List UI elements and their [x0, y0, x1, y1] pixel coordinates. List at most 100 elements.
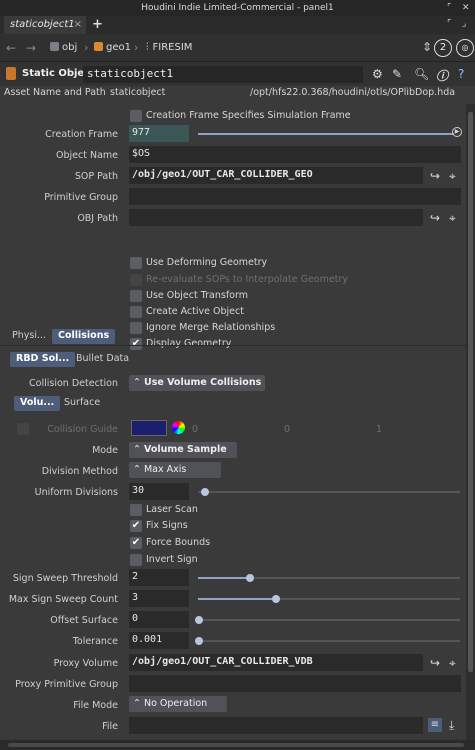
jump-arrow-icon[interactable]: ↪ [430, 211, 440, 225]
collision-detection-menu[interactable]: ⌃ Use Volume Collisions [129, 375, 265, 391]
node-chooser-icon[interactable]: ⌖ [449, 211, 456, 226]
creation-frame-checkbox[interactable] [130, 110, 142, 122]
close-window-icon[interactable]: ✕ [462, 0, 470, 16]
sweep-count-fill [198, 598, 276, 600]
path-bar: ← → obj › geo1 › ⫶ FIRESIM ⇕ 2 ◎ [0, 34, 475, 62]
obj-path-field[interactable] [129, 209, 423, 226]
collision-detection-label: Collision Detection [29, 378, 118, 389]
tab-surface[interactable]: Surface [58, 396, 106, 411]
primitive-group-field[interactable] [129, 188, 461, 205]
search-icon[interactable]: 🔍︎ [414, 67, 429, 81]
fix-signs-checkbox[interactable]: ✔ [130, 520, 142, 532]
pane-menu-icon[interactable]: ⌟ [462, 19, 466, 29]
tab-physical[interactable]: Physi... [6, 329, 52, 344]
play-icon[interactable]: ▶ [452, 127, 462, 137]
pin-icon[interactable]: ◎ [456, 39, 474, 57]
proxy-group-label: Proxy Primitive Group [15, 679, 118, 690]
forward-arrow-icon[interactable]: → [26, 41, 36, 55]
display-geometry-checkbox[interactable]: ✔ [130, 338, 142, 350]
offset-surface-knob[interactable] [195, 616, 203, 624]
info-icon[interactable]: ⓘ [436, 67, 448, 84]
breadcrumb-geo1[interactable]: geo1 [94, 42, 131, 53]
sop-path-field[interactable]: /obj/geo1/OUT_CAR_COLLIDER_GEO [129, 167, 423, 184]
tab-volume[interactable]: Volu... [14, 396, 61, 411]
reevaluate-checkbox[interactable] [130, 274, 142, 286]
ignore-merge-checkbox[interactable] [130, 322, 142, 334]
creation-frame-slider[interactable] [198, 133, 454, 135]
offset-surface-slider[interactable] [198, 619, 460, 621]
use-deforming-checkbox[interactable] [130, 257, 142, 269]
create-active-checkbox[interactable] [130, 306, 142, 318]
parameter-panel: Creation Frame Specifies Simulation Fram… [0, 104, 466, 740]
jump-arrow-icon[interactable]: ↪ [430, 169, 440, 183]
close-tab-icon[interactable]: × [74, 16, 82, 34]
collision-guide-color-swatch[interactable] [131, 420, 167, 436]
asset-label: Asset Name and Path [4, 87, 106, 98]
geo-node-icon [94, 42, 103, 51]
help-icon[interactable]: ? [458, 67, 464, 81]
node-header: Static Object staticobject1 ⚙ ✎ 🔍︎ ⓘ ? [0, 62, 475, 86]
object-name-field[interactable]: $OS [129, 146, 461, 163]
sweep-threshold-fill [198, 577, 250, 579]
tolerance-field[interactable]: 0.001 [129, 632, 189, 649]
invert-sign-checkbox[interactable] [130, 554, 142, 566]
tab-rbd-solver[interactable]: RBD Sol... [10, 352, 76, 367]
gear-icon[interactable]: ⚙ [372, 67, 383, 81]
file-field[interactable] [129, 717, 423, 734]
uniform-divisions-slider[interactable] [198, 491, 460, 493]
collision-guide-label: Collision Guide [47, 424, 118, 435]
sweep-threshold-field[interactable]: 2 [129, 569, 189, 586]
color-wheel-icon[interactable] [172, 421, 185, 434]
horizontal-scrollbar[interactable] [0, 740, 475, 750]
display-geometry-label: Display Geometry [146, 338, 232, 349]
uniform-divisions-field[interactable]: 30 [129, 483, 189, 500]
tab-bullet-data[interactable]: Bullet Data [70, 352, 135, 367]
pane-link-button[interactable]: 2 [434, 39, 452, 57]
file-browse-icon[interactable]: ≡ [428, 718, 442, 732]
breadcrumb-obj[interactable]: obj [50, 42, 77, 53]
vertical-scrollbar[interactable] [466, 104, 475, 740]
sweep-count-field[interactable]: 3 [129, 590, 189, 607]
tolerance-knob[interactable] [195, 637, 203, 645]
sweep-count-knob[interactable] [272, 595, 280, 603]
force-bounds-checkbox[interactable]: ✔ [130, 537, 142, 549]
collision-detection-value: Use Volume Collisions [143, 377, 262, 388]
laser-scan-checkbox[interactable] [130, 504, 142, 516]
laser-scan-label: Laser Scan [146, 504, 198, 515]
pane-maximize-icon[interactable]: ⌜ [447, 19, 451, 29]
breadcrumb-firesim[interactable]: ⫶ FIRESIM [146, 42, 192, 53]
breadcrumb-label: FIRESIM [152, 42, 193, 53]
window-title: Houdini Indie Limited-Commercial - panel… [141, 3, 334, 13]
offset-surface-label: Offset Surface [50, 615, 118, 626]
jump-arrow-icon[interactable]: ↪ [430, 656, 440, 670]
back-arrow-icon[interactable]: ← [6, 41, 16, 55]
obj-path-label: OBJ Path [77, 213, 118, 224]
file-chooser-icon[interactable]: ⤓ [449, 718, 454, 733]
uniform-divisions-knob[interactable] [201, 488, 209, 496]
node-chooser-icon[interactable]: ⌖ [449, 656, 456, 671]
node-chooser-icon[interactable]: ⌖ [449, 169, 456, 184]
proxy-group-field[interactable] [129, 675, 461, 692]
sweep-threshold-knob[interactable] [246, 574, 254, 582]
spare-parm-icon[interactable]: ✎ [392, 67, 402, 81]
dop-network-icon: ⫶ [146, 42, 149, 53]
tab-collisions[interactable]: Collisions [52, 329, 116, 344]
mode-menu[interactable]: ⌃ Volume Sample [129, 442, 237, 458]
primitive-group-label: Primitive Group [44, 192, 118, 203]
division-method-menu[interactable]: ⌃ Max Axis [129, 462, 221, 478]
tab-staticobject[interactable]: staticobject1 × [4, 16, 86, 34]
creation-frame-field[interactable]: 977 [129, 125, 189, 142]
add-tab-icon[interactable]: + [92, 16, 103, 34]
pane-tab-bar: staticobject1 × + ⌜ ⌟ [0, 16, 475, 34]
vertical-scroll-thumb[interactable] [468, 112, 473, 672]
file-mode-menu[interactable]: ⌃ No Operation [129, 696, 227, 712]
maximize-icon[interactable]: ⌜ [447, 0, 451, 16]
path-dropdown-icon[interactable]: ⇕ [422, 40, 432, 54]
node-name-field[interactable]: staticobject1 [83, 66, 363, 83]
proxy-volume-field[interactable]: /obj/geo1/OUT_CAR_COLLIDER_VDB [129, 654, 423, 671]
offset-surface-field[interactable]: 0 [129, 611, 189, 628]
horizontal-scroll-thumb[interactable] [8, 743, 464, 747]
file-mode-label: File Mode [73, 700, 118, 711]
tolerance-slider[interactable] [198, 640, 460, 642]
use-transform-checkbox[interactable] [130, 290, 142, 302]
